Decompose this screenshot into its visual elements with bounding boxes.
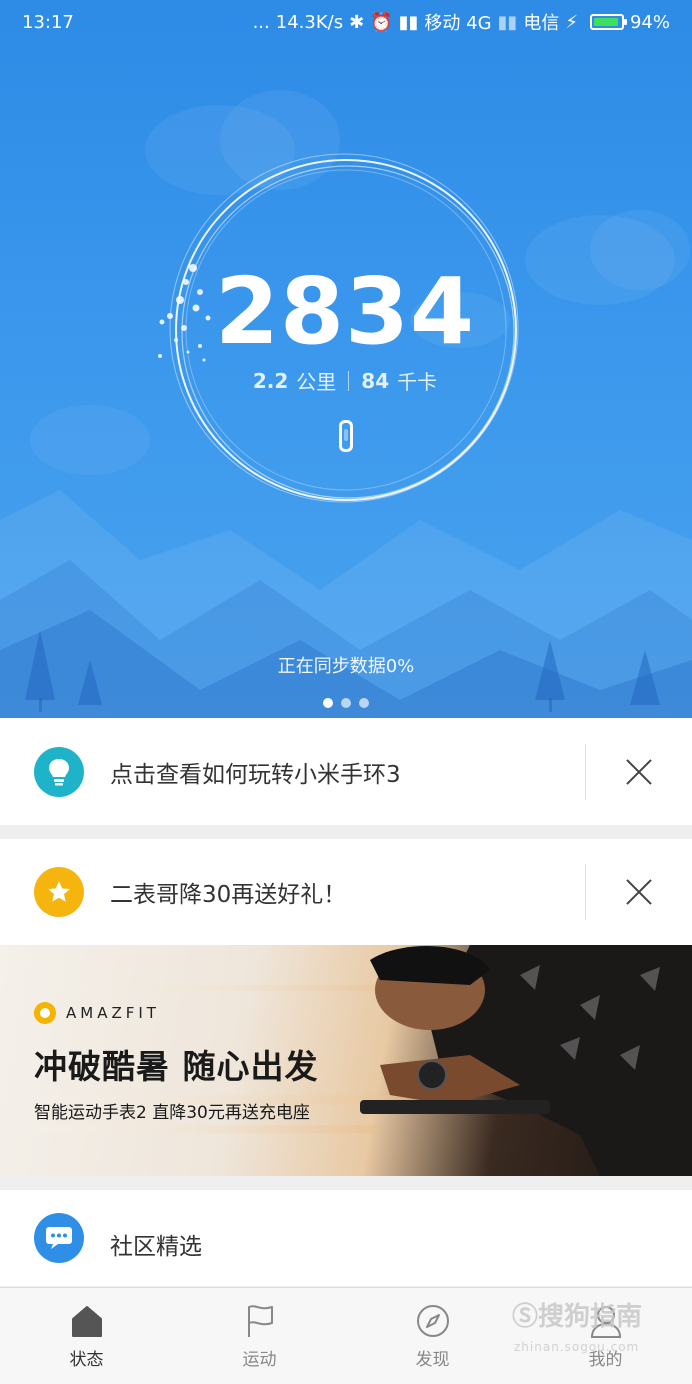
distance-value: 2.2 [252,368,289,393]
band-icon [339,420,353,452]
tab-discover[interactable]: 发现 [346,1288,519,1384]
watermark: Ⓢ搜狗指南 [512,1296,642,1333]
page-dot[interactable] [341,698,351,708]
community-card[interactable]: 社区精选 [0,1190,692,1286]
watermark-url: zhinan.sogou.com [514,1340,640,1354]
banner-title: 冲破酷暑 随心出发 [34,1047,319,1086]
charging-icon: ⚡ [565,11,578,33]
page-dot[interactable] [323,698,333,708]
step-count[interactable]: 2834 [200,258,490,365]
metrics-divider [348,370,350,391]
status-time: 13:17 [22,11,74,33]
chat-icon [34,1213,84,1263]
lightbulb-icon [34,746,84,797]
battery-icon [589,14,627,30]
net-speed: 14.3K/s [275,11,344,33]
watermark-logo-icon: Ⓢ [512,1302,539,1332]
home-icon [71,1305,102,1337]
status-dots: ... [252,11,270,33]
tip-card[interactable]: 点击查看如何玩转小米手环3 [0,718,692,825]
metrics-row: 2.2 公里 84 千卡 [200,366,490,395]
card-divider [585,743,586,800]
promo-text: 二表哥降30再送好礼！ [110,882,347,908]
compass-icon [416,1304,449,1337]
page-indicator [0,698,692,708]
card-divider [585,864,586,920]
battery-percent: 94% [629,11,670,33]
distance-unit: 公里 [296,370,337,394]
alarm-icon: ⏰ [370,11,393,33]
watermark-text: 搜狗指南 [538,1302,643,1332]
calories-unit: 千卡 [397,370,438,394]
amazfit-logo: AMAZFIT [34,1002,160,1024]
flag-icon [247,1304,273,1337]
tab-status[interactable]: 状态 [0,1288,173,1384]
carrier-telecom: 电信 [523,13,560,34]
bluetooth-icon: ✱ [349,11,365,33]
signal-empty-icon: ▮▮ [497,11,518,33]
banner-subtitle: 智能运动手表2 直降30元再送充电座 [34,1103,310,1123]
carrier-mobile: 移动 4G [424,13,492,34]
tab-label: 运动 [242,1349,277,1370]
brand-name: AMAZFIT [66,1004,160,1022]
calories-value: 84 [361,368,390,393]
tip-text: 点击查看如何玩转小米手环3 [110,761,401,788]
tab-label: 发现 [415,1349,450,1370]
page-dot[interactable] [359,698,369,708]
star-icon [34,867,84,917]
sync-status: 正在同步数据0% [277,656,415,677]
hero-panel: 13:17 ... 14.3K/s ✱ ⏰ ▮▮ 移动 4G ▮▮ 电信 ⚡ 9… [0,0,692,718]
close-icon[interactable] [622,755,656,789]
status-bar: 13:17 ... 14.3K/s ✱ ⏰ ▮▮ 移动 4G ▮▮ 电信 ⚡ 9… [0,0,692,44]
signal-icon: ▮▮ [398,11,419,33]
tab-exercise[interactable]: 运动 [173,1288,346,1384]
promo-card[interactable]: 二表哥降30再送好礼！ [0,839,692,945]
tab-label: 状态 [69,1349,104,1370]
close-icon[interactable] [622,875,656,909]
amazfit-logo-icon [34,1002,56,1024]
community-text: 社区精选 [110,1234,202,1260]
